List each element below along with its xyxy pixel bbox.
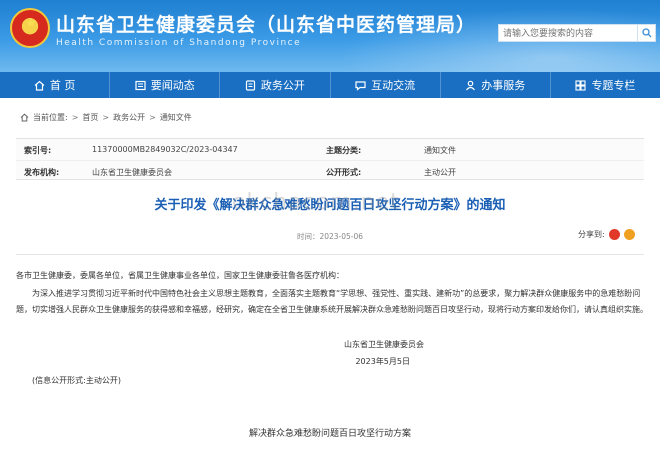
nav-item-topics[interactable]: 专题专栏	[551, 72, 660, 98]
org-value: 山东省卫生健康委员会	[92, 168, 172, 177]
nav-item-label: 首 页	[49, 79, 76, 92]
open-government-icon	[245, 79, 256, 91]
nav-item-label: 互动交流	[371, 79, 416, 92]
site-header: ★ 山东省卫生健康委员会（山东省中医药管理局） Health Commissio…	[0, 0, 660, 72]
salutation: 各市卫生健康委，委属各单位，省属卫生健康事业各单位，国家卫生健康委驻鲁各医疗机构…	[16, 271, 344, 280]
location-icon	[20, 113, 29, 122]
nav-item-label: 要闻动态	[150, 79, 195, 92]
search-input[interactable]	[498, 24, 638, 42]
signature-date: 2023年5月5日	[355, 357, 410, 366]
chat-icon	[355, 80, 366, 91]
form-label: 公开形式:	[326, 168, 362, 177]
share-label: 分享到:	[578, 230, 605, 239]
nav-item-news[interactable]: 要闻动态	[110, 72, 221, 98]
home-icon	[34, 80, 45, 91]
main-nav: 首 页 要闻动态 政务公开 互动交流 办事服务 专题专栏	[0, 72, 660, 98]
nav-item-label: 办事服务	[481, 79, 526, 92]
meta-row: 索引号: 11370000MB2849032C/2023-04347 主题分类:…	[16, 139, 644, 160]
national-emblem-icon: ★	[10, 8, 50, 48]
breadcrumb-government[interactable]: 政务公开	[113, 112, 145, 123]
service-icon	[466, 80, 476, 90]
breadcrumb-separator: >	[71, 113, 79, 122]
search-button[interactable]	[638, 24, 656, 42]
nav-item-label: 专题专栏	[591, 79, 636, 92]
attachment-title: 解决群众急难愁盼问题百日攻坚行动方案	[248, 429, 411, 439]
nav-item-government[interactable]: 政务公开	[220, 72, 331, 98]
weibo-share-icon[interactable]	[608, 229, 620, 240]
site-subtitle: Health Commission of Shandong Province	[56, 38, 302, 48]
nav-item-label: 政务公开	[260, 79, 305, 92]
wechat-share-icon[interactable]	[623, 229, 635, 240]
publish-time: 时间：2023-05-06	[296, 232, 364, 241]
share-bar: 分享到:	[578, 229, 635, 240]
topic-icon	[575, 79, 586, 91]
index-value: 11370000MB2849032C/2023-04347	[92, 145, 238, 154]
category-value: 通知文件	[424, 146, 456, 155]
body-paragraph: 为深入推进学习贯彻习近平新时代中国特色社会主义思想主题教育，全面落实主题教育“学…	[16, 289, 648, 314]
meta-row: 发布机构: 山东省卫生健康委员会 公开形式: 主动公开	[16, 160, 644, 181]
search-icon	[641, 28, 651, 38]
disclosure-note: (信息公开形式:主动公开)	[32, 376, 121, 385]
signature: 山东省卫生健康委员会	[344, 340, 424, 349]
org-label: 发布机构:	[24, 168, 60, 177]
site-title[interactable]: 山东省卫生健康委员会（山东省中医药管理局）	[56, 10, 476, 37]
form-value: 主动公开	[424, 168, 456, 177]
breadcrumb-separator: >	[102, 113, 110, 122]
document-meta-table: 索引号: 11370000MB2849032C/2023-04347 主题分类:…	[16, 138, 644, 180]
nav-item-interaction[interactable]: 互动交流	[331, 72, 441, 98]
category-label: 主题分类:	[326, 146, 362, 155]
news-icon	[135, 80, 146, 90]
nav-item-home[interactable]: 首 页	[0, 72, 111, 98]
watermark: okchacom.net	[232, 190, 400, 215]
breadcrumb-prefix: 当前位置:	[33, 113, 68, 122]
breadcrumb: 当前位置: > 首页 > 政务公开 > 通知文件	[20, 112, 192, 123]
breadcrumb-separator: >	[149, 113, 156, 122]
nav-item-services[interactable]: 办事服务	[441, 72, 551, 98]
divider	[16, 254, 644, 255]
index-label: 索引号:	[24, 146, 52, 155]
breadcrumb-home[interactable]: 首页	[82, 112, 98, 123]
breadcrumb-notices[interactable]: 通知文件	[160, 112, 192, 123]
